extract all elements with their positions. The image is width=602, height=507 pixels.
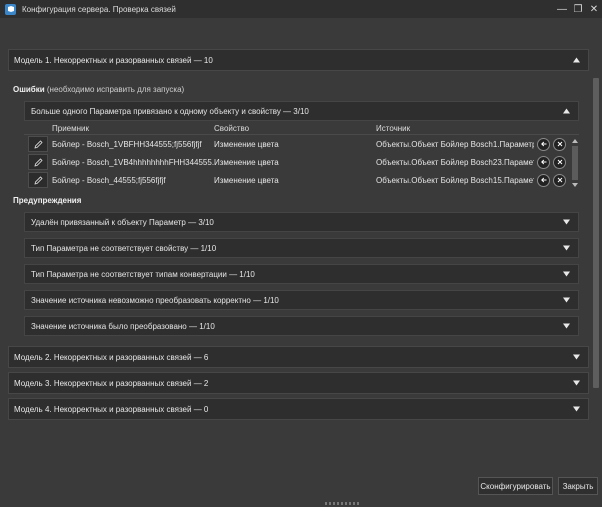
chevron-down-icon	[573, 354, 580, 360]
main-content: Модель 1. Некорректных и разорванных свя…	[8, 25, 589, 465]
configure-button-label: Сконфигурировать	[480, 481, 551, 491]
maximize-icon: ❐	[573, 3, 583, 15]
configure-button[interactable]: Сконфигурировать	[478, 477, 553, 495]
chevron-up-icon	[573, 57, 580, 63]
chevron-down-icon	[573, 406, 580, 412]
resize-grip[interactable]	[325, 502, 361, 505]
title-bar: Конфигурация сервера. Проверка связей — …	[0, 0, 602, 18]
column-property: Свойство	[214, 124, 250, 133]
close-icon	[557, 159, 562, 165]
warning-group-header[interactable]: Значение источника было преобразовано — …	[24, 316, 579, 336]
table-scrollbar[interactable]	[571, 137, 579, 189]
chevron-down-icon	[563, 219, 570, 225]
model-1-label: Модель 1. Некорректных и разорванных свя…	[14, 55, 213, 65]
minimize-button[interactable]: —	[554, 0, 570, 18]
errors-group-label: Больше одного Параметра привязано к одно…	[31, 106, 309, 116]
chevron-down-icon	[573, 380, 580, 386]
model-4-header[interactable]: Модель 4. Некорректных и разорванных свя…	[8, 398, 589, 420]
chevron-down-icon	[563, 297, 570, 303]
warnings-title: Предупреждения	[13, 196, 82, 205]
chevron-down-icon	[563, 323, 570, 329]
pencil-icon	[33, 139, 43, 149]
chevron-down-icon	[563, 245, 570, 251]
model-4-label: Модель 4. Некорректных и разорванных свя…	[14, 404, 209, 414]
cell-receiver: Бойлер - Bosch_1VBFHH344555;fj556fjfjf	[52, 139, 202, 149]
remove-link-button[interactable]	[553, 173, 566, 187]
warning-group-header[interactable]: Тип Параметра не соответствует свойству …	[24, 238, 579, 258]
chevron-up-icon	[563, 108, 570, 114]
errors-group-header[interactable]: Больше одного Параметра привязано к одно…	[24, 101, 579, 121]
cell-property: Изменение цвета	[214, 139, 279, 149]
cell-property: Изменение цвета	[214, 157, 279, 167]
errors-title: Ошибки (необходимо исправить для запуска…	[13, 85, 185, 94]
edit-button[interactable]	[28, 172, 48, 188]
maximize-button[interactable]: ❐	[570, 0, 586, 18]
column-receiver: Приемник	[52, 124, 90, 133]
remove-link-button[interactable]	[553, 155, 566, 169]
warning-label: Значение источника невозможно преобразов…	[31, 295, 279, 305]
navigate-back-button[interactable]	[537, 155, 550, 169]
pencil-icon	[33, 175, 43, 185]
warning-label: Тип Параметра не соответствует свойству …	[31, 243, 217, 253]
main-scroll-thumb[interactable]	[593, 78, 599, 388]
close-icon: ✕	[589, 3, 599, 15]
close-window-button[interactable]: ✕	[586, 0, 602, 18]
table-row: Бойлер - Bosch_1VB4hhhhhhhhFHH344555... …	[24, 153, 579, 171]
warning-group-header[interactable]: Тип Параметра не соответствует типам кон…	[24, 264, 579, 284]
table-row: Бойлер - Bosch_1VBFHH344555;fj556fjfjf И…	[24, 135, 579, 153]
warning-label: Удалён привязанный к объекту Параметр — …	[31, 217, 214, 227]
model-1-header[interactable]: Модель 1. Некорректных и разорванных свя…	[8, 49, 589, 71]
table-row: Бойлер - Bosch_44555;fj556fjfjf Изменени…	[24, 171, 579, 189]
model-1-body: Ошибки (необходимо исправить для запуска…	[8, 71, 589, 336]
warning-group-header[interactable]: Удалён привязанный к объекту Параметр — …	[24, 212, 579, 232]
remove-link-button[interactable]	[553, 137, 566, 151]
close-button-label: Закрыть	[562, 481, 594, 491]
cell-property: Изменение цвета	[214, 175, 279, 185]
scroll-up-icon	[572, 139, 578, 143]
navigate-back-button[interactable]	[537, 173, 550, 187]
warning-label: Значение источника было преобразовано — …	[31, 321, 215, 331]
app-icon	[5, 3, 16, 15]
model-2-label: Модель 2. Некорректных и разорванных свя…	[14, 352, 209, 362]
window-title: Конфигурация сервера. Проверка связей	[22, 4, 176, 14]
scroll-down-icon	[572, 183, 578, 187]
errors-table-panel: Приемник Свойство Источник Бойлер - Bosc…	[24, 123, 579, 191]
table-header: Приемник Свойство Источник	[24, 123, 579, 135]
pencil-icon	[33, 157, 43, 167]
close-icon	[557, 141, 562, 147]
minimize-icon: —	[557, 3, 567, 15]
errors-table: Приемник Свойство Источник Бойлер - Bosc…	[24, 123, 579, 191]
chevron-down-icon	[563, 271, 570, 277]
edit-button[interactable]	[28, 154, 48, 170]
close-icon	[557, 177, 562, 183]
close-button[interactable]: Закрыть	[558, 477, 598, 495]
cell-source: Объекты.Объект Бойлер Bosch15.Парамет...	[376, 175, 534, 185]
cell-receiver: Бойлер - Bosch_44555;fj556fjfjf	[52, 175, 166, 185]
cell-receiver: Бойлер - Bosch_1VB4hhhhhhhhFHH344555...	[52, 157, 214, 167]
arrow-left-icon	[540, 159, 546, 165]
warning-label: Тип Параметра не соответствует типам кон…	[31, 269, 255, 279]
arrow-left-icon	[540, 177, 546, 183]
model-2-header[interactable]: Модель 2. Некорректных и разорванных свя…	[8, 346, 589, 368]
edit-button[interactable]	[28, 136, 48, 152]
navigate-back-button[interactable]	[537, 137, 550, 151]
table-scroll-thumb[interactable]	[572, 146, 578, 180]
cell-source: Объекты.Объект Бойлер Bosch1.Параметр...	[376, 139, 534, 149]
model-3-header[interactable]: Модель 3. Некорректных и разорванных свя…	[8, 372, 589, 394]
warning-group-header[interactable]: Значение источника невозможно преобразов…	[24, 290, 579, 310]
model-3-label: Модель 3. Некорректных и разорванных свя…	[14, 378, 209, 388]
cell-source: Объекты.Объект Бойлер Bosch23.Парамет...	[376, 157, 534, 167]
column-source: Источник	[376, 124, 411, 133]
arrow-left-icon	[540, 141, 546, 147]
